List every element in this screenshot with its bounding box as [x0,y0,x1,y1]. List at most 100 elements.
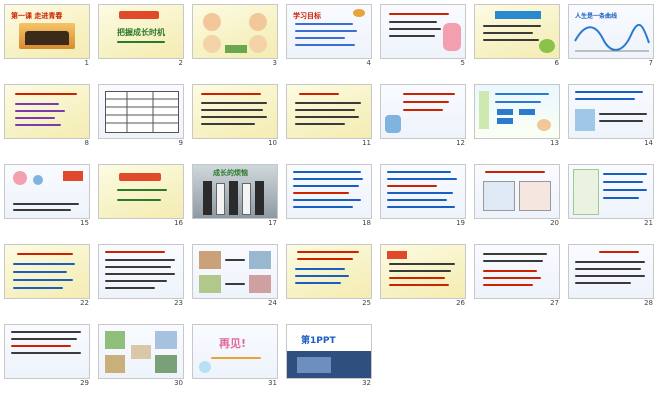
slide-23[interactable]: 23 [98,244,184,307]
slide-thumbnail[interactable] [568,244,654,299]
slide-27[interactable]: 27 [474,244,560,307]
slide-19[interactable]: 19 [380,164,466,227]
cartoon-face [13,171,27,185]
slide-thumbnail[interactable] [4,324,90,379]
slide-16[interactable]: 16 [98,164,184,227]
slide-9[interactable]: 9 [98,84,184,147]
slide-thumbnail[interactable] [286,84,372,139]
text-line [389,284,449,286]
slide-thumbnail[interactable]: 再见! [192,324,278,379]
cartoon-face [33,175,43,185]
slide-thumbnail[interactable] [98,164,184,219]
photo [105,355,125,373]
text-line [483,253,547,255]
text-line [105,251,165,253]
slide-thumbnail[interactable] [380,244,466,299]
slide-20[interactable]: 20 [474,164,560,227]
slide-thumbnail[interactable] [568,164,654,219]
slide-thumbnail[interactable] [192,4,278,59]
slide-2[interactable]: 把握成长时机 2 [98,4,184,67]
slide-18[interactable]: 18 [286,164,372,227]
slide-32[interactable]: 第1PPT 32 [286,324,372,387]
slide-thumbnail[interactable] [4,164,90,219]
slide-thumbnail[interactable] [380,84,466,139]
slide-thumbnail[interactable]: 学习目标 [286,4,372,59]
slide-thumbnail[interactable] [474,244,560,299]
slide-thumbnail[interactable] [192,244,278,299]
slide-thumbnail[interactable] [380,4,466,59]
slide-thumbnail[interactable]: 把握成长时机 [98,4,184,59]
slide-14[interactable]: 14 [568,84,654,147]
slide-thumbnail[interactable] [98,84,184,139]
slide-30[interactable]: 30 [98,324,184,387]
slide-22[interactable]: 22 [4,244,90,307]
slide-7[interactable]: 人生是一条曲线 7 [568,4,654,67]
text-line [575,268,641,270]
slide-sorter: 第一课 走进青春 1 把握成长时机 2 3 学习目标 4 5 6 人生是一条曲线… [0,0,660,410]
slide-thumbnail[interactable]: 第一课 走进青春 [4,4,90,59]
text-line [575,282,631,284]
slide-thumbnail[interactable]: 成长的烦恼 [192,164,278,219]
text-line [387,171,451,173]
slide-thumbnail[interactable] [286,244,372,299]
slide-31[interactable]: 再见! 31 [192,324,278,387]
slide-thumbnail[interactable]: 人生是一条曲线 [568,4,654,59]
label-box [225,45,247,53]
slide-3[interactable]: 3 [192,4,278,67]
slide-6[interactable]: 6 [474,4,560,67]
slide-thumbnail[interactable] [98,324,184,379]
cartoon-face [249,35,267,53]
slide-5[interactable]: 5 [380,4,466,67]
slide-thumbnail[interactable] [474,84,560,139]
slide-thumbnail[interactable] [380,164,466,219]
title-banner [387,251,407,259]
text-line [11,331,81,333]
slide-thumbnail[interactable] [4,244,90,299]
slide-10[interactable]: 10 [192,84,278,147]
banner-graphic [297,357,331,373]
slide-number: 3 [272,59,277,67]
slide-thumbnail[interactable] [474,164,560,219]
slide-8[interactable]: 8 [4,84,90,147]
slide-thumbnail[interactable] [474,4,560,59]
slide-4[interactable]: 学习目标 4 [286,4,372,67]
slide-12[interactable]: 12 [380,84,466,147]
text-line [201,102,267,104]
boy-illustration [385,115,401,133]
slide-thumbnail[interactable] [568,84,654,139]
text-line [13,279,73,281]
text-line [295,23,353,25]
slide-24[interactable]: 24 [192,244,278,307]
text-line [13,287,63,289]
slide-number: 30 [174,379,183,387]
text-line [603,197,639,199]
slide-28[interactable]: 28 [568,244,654,307]
slide-21[interactable]: 21 [568,164,654,227]
slide-number: 18 [362,219,371,227]
slide-thumbnail[interactable] [286,164,372,219]
student-figure [203,181,212,215]
slide-15[interactable]: 15 [4,164,90,227]
slide-thumbnail[interactable] [192,84,278,139]
slide-1[interactable]: 第一课 走进青春 1 [4,4,90,67]
slide-thumbnail[interactable]: 第1PPT [286,324,372,379]
slide-17[interactable]: 成长的烦恼 17 [192,164,278,227]
slide-thumbnail[interactable] [98,244,184,299]
slide-number: 16 [174,219,183,227]
cartoon-illustration [537,119,551,131]
text-line [603,189,647,191]
slide-11[interactable]: 11 [286,84,372,147]
text-line [295,109,355,111]
slide-29[interactable]: 29 [4,324,90,387]
slide-26[interactable]: 26 [380,244,466,307]
text-line [293,178,363,180]
slide-thumbnail[interactable] [4,84,90,139]
slide-25[interactable]: 25 [286,244,372,307]
slide-title: 第一课 走进青春 [11,12,63,20]
text-line [297,258,353,260]
slide-number: 32 [362,379,371,387]
text-line [295,44,355,46]
slide-13[interactable]: 13 [474,84,560,147]
photo [199,275,221,293]
text-line [495,101,541,103]
